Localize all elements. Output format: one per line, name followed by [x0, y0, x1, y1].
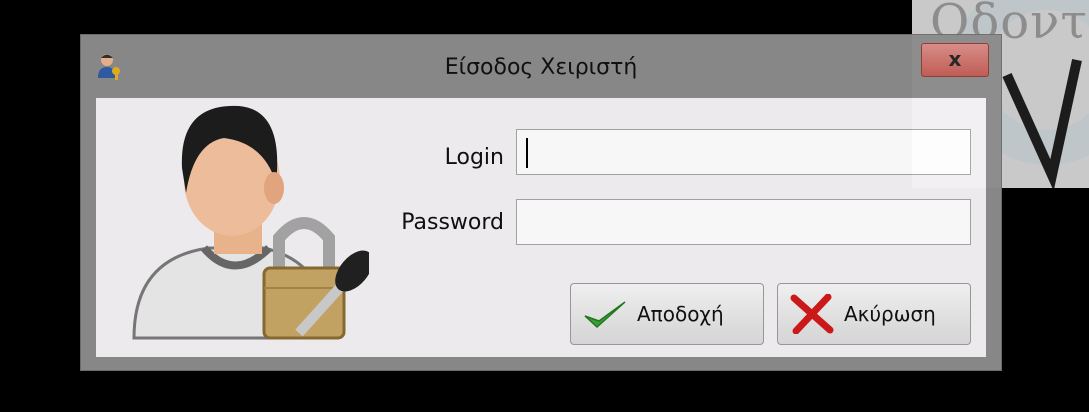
dialog-body: Login Password Αποδοχή Ακύρωση: [96, 98, 986, 357]
password-input[interactable]: [516, 199, 971, 245]
title-bar[interactable]: Είσοδος Χειριστή x: [81, 35, 1001, 98]
checkmark-icon: [584, 301, 626, 329]
login-label: Login: [444, 145, 504, 170]
cancel-button-label: Ακύρωση: [844, 302, 936, 326]
cancel-button[interactable]: Ακύρωση: [777, 283, 971, 345]
text-caret: [526, 138, 528, 168]
password-label: Password: [401, 210, 504, 235]
close-button[interactable]: x: [921, 43, 989, 77]
window-title: Είσοδος Χειριστή: [444, 55, 638, 80]
red-x-icon: [790, 294, 834, 334]
accept-button-label: Αποδοχή: [637, 302, 724, 326]
login-dialog: Είσοδος Χειριστή x Login Password Αποδοχ…: [80, 34, 1002, 371]
user-lock-avatar-icon: [132, 105, 369, 340]
accept-button[interactable]: Αποδοχή: [570, 283, 764, 345]
login-input[interactable]: [516, 129, 971, 175]
